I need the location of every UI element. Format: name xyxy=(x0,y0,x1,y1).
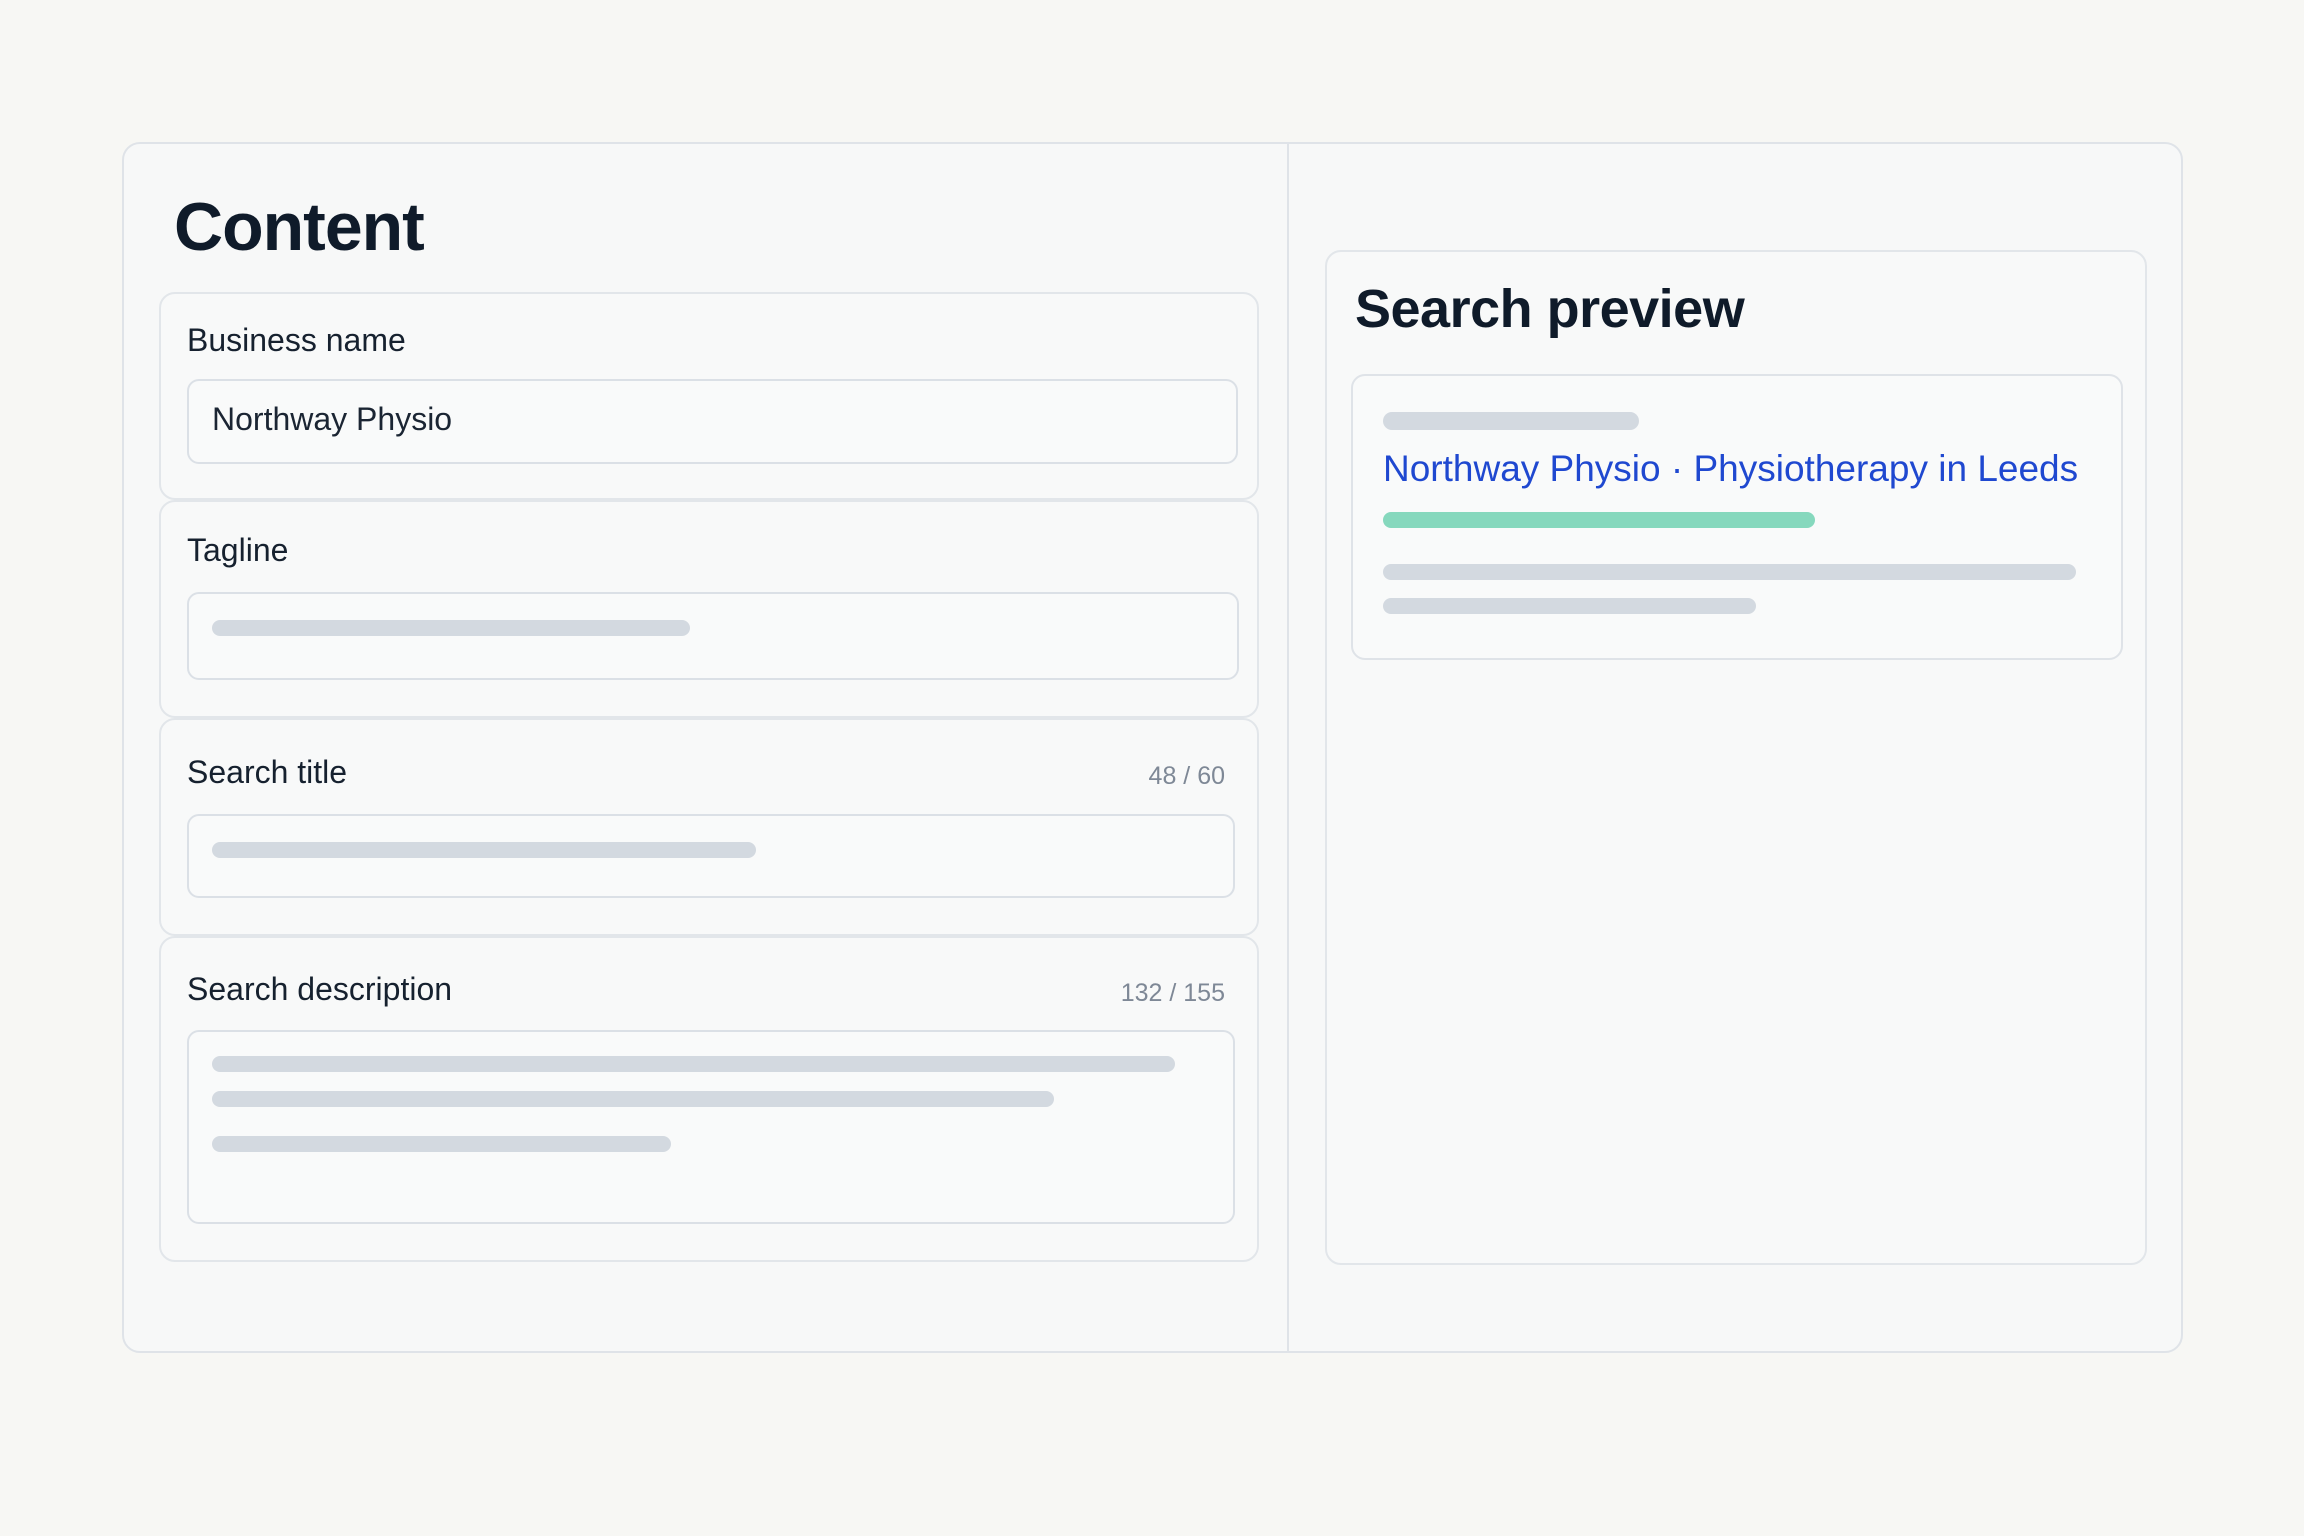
tagline-label: Tagline xyxy=(187,532,289,568)
search-description-char-count: 132 / 155 xyxy=(1120,979,1225,1007)
tagline-input[interactable] xyxy=(187,592,1239,680)
tagline-field: Tagline xyxy=(159,500,1259,718)
search-title-field: Search title 48 / 60 xyxy=(159,718,1259,936)
search-description-label: Search description xyxy=(187,971,453,1007)
result-highlight-bar xyxy=(1383,512,1815,528)
business-name-label: Business name xyxy=(187,322,406,358)
tagline-placeholder-bar xyxy=(212,620,690,636)
search-description-field: Search description 132 / 155 xyxy=(159,936,1259,1262)
content-heading: Content xyxy=(174,189,425,265)
search-title-placeholder-bar xyxy=(212,842,756,858)
description-placeholder-line-2 xyxy=(212,1091,1054,1107)
search-result-snippet: Northway Physio · Physiotherapy in Leeds xyxy=(1351,374,2123,660)
search-preview-heading: Search preview xyxy=(1355,279,1745,339)
content-panel: Content Business name Northway Physio Ta… xyxy=(124,144,1289,1351)
search-title-input[interactable] xyxy=(187,814,1235,898)
result-title-link[interactable]: Northway Physio · Physiotherapy in Leeds xyxy=(1383,448,2078,490)
content-editor-window: Content Business name Northway Physio Ta… xyxy=(122,142,2183,1353)
preview-panel: Search preview Northway Physio · Physiot… xyxy=(1289,144,2181,1351)
description-placeholder-line-1 xyxy=(212,1056,1175,1072)
search-description-input[interactable] xyxy=(187,1030,1235,1224)
result-description-line-1 xyxy=(1383,564,2076,580)
search-title-char-count: 48 / 60 xyxy=(1148,762,1225,790)
business-name-field: Business name Northway Physio xyxy=(159,292,1259,500)
description-placeholder-line-3 xyxy=(212,1136,671,1152)
business-name-input[interactable]: Northway Physio xyxy=(187,379,1238,464)
search-preview-card: Search preview Northway Physio · Physiot… xyxy=(1325,250,2147,1265)
business-name-value: Northway Physio xyxy=(212,401,453,437)
result-description-line-2 xyxy=(1383,598,1756,614)
search-title-label: Search title xyxy=(187,754,348,790)
result-url-placeholder-bar xyxy=(1383,412,1639,430)
